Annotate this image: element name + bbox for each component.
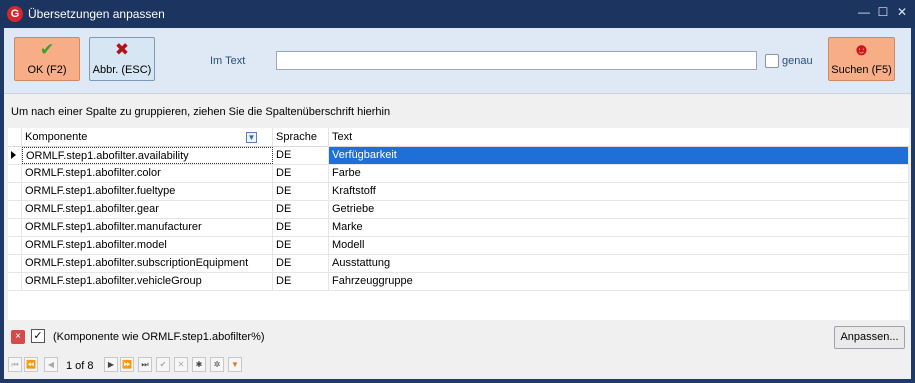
dialog-window: G Übersetzungen anpassen — ☐ ✕ ✔ OK (F2)…: [0, 0, 915, 383]
cross-icon: ✖: [114, 40, 130, 59]
cell-text[interactable]: Farbe: [329, 165, 909, 182]
cell-komponente[interactable]: ORMLF.step1.abofilter.manufacturer: [22, 219, 273, 236]
page-info: 1 of 8: [66, 360, 94, 372]
filter-enabled-checkbox[interactable]: ✓: [31, 329, 45, 343]
cell-text[interactable]: Modell: [329, 237, 909, 254]
maximize-icon[interactable]: ☐: [876, 5, 890, 19]
checkmark-icon: ✔: [39, 40, 55, 59]
table-row[interactable]: ORMLF.step1.abofilter.manufacturer DE Mark…: [8, 219, 909, 237]
cell-text[interactable]: Marke: [329, 219, 909, 236]
search-text-label: Im Text: [210, 55, 246, 67]
dialog-client-area: ✔ OK (F2) ✖ Abbr. (ESC) Im Text genau ☻ …: [4, 28, 911, 379]
column-header-text[interactable]: Text: [329, 128, 909, 147]
row-indicator: [8, 183, 22, 200]
cell-sprache[interactable]: DE: [273, 273, 329, 290]
search-button-label: Suchen (F5): [831, 64, 892, 76]
app-logo-icon: G: [7, 6, 23, 22]
column-header-komponente[interactable]: Komponente: [22, 128, 273, 147]
asterisk-button[interactable]: ✱: [192, 357, 206, 372]
cell-sprache[interactable]: DE: [273, 165, 329, 182]
current-row-arrow-icon: [11, 151, 16, 159]
filter-button[interactable]: ▼: [228, 357, 242, 372]
title-bar[interactable]: G Übersetzungen anpassen — ☐ ✕: [0, 0, 915, 28]
cell-text[interactable]: Fahrzeuggruppe: [329, 273, 909, 290]
cell-komponente[interactable]: ORMLF.step1.abofilter.model: [22, 237, 273, 254]
ok-button-label: OK (F2): [27, 64, 67, 76]
search-button[interactable]: ☻ Suchen (F5): [828, 37, 895, 81]
asterisk-alt-button[interactable]: ✲: [210, 357, 224, 372]
table-row[interactable]: ORMLF.step1.abofilter.subscriptionEquipm…: [8, 255, 909, 273]
cell-sprache[interactable]: DE: [273, 219, 329, 236]
cell-sprache[interactable]: DE: [273, 147, 329, 164]
row-indicator: [8, 165, 22, 182]
clear-filter-icon[interactable]: ×: [11, 330, 25, 344]
cell-text[interactable]: Ausstattung: [329, 255, 909, 272]
cell-sprache[interactable]: DE: [273, 255, 329, 272]
table-row[interactable]: ORMLF.step1.abofilter.vehicleGroup DE Fahr…: [8, 273, 909, 291]
group-by-hint: Um nach einer Spalte zu gruppieren, zieh…: [11, 106, 391, 118]
column-header-label: Text: [332, 131, 353, 143]
window-title: Übersetzungen anpassen: [28, 7, 165, 21]
cell-komponente[interactable]: ORMLF.step1.abofilter.vehicleGroup: [22, 273, 273, 290]
table-row[interactable]: ORMLF.step1.abofilter.model DE Modell: [8, 237, 909, 255]
cell-komponente[interactable]: ORMLF.step1.abofilter.availability: [22, 147, 273, 164]
exact-match-checkbox[interactable]: [765, 54, 779, 68]
toolbar: ✔ OK (F2) ✖ Abbr. (ESC) Im Text genau ☻ …: [4, 28, 911, 94]
row-indicator-header: [8, 128, 22, 147]
cell-text[interactable]: Getriebe: [329, 201, 909, 218]
next-record-button[interactable]: ▶: [104, 357, 118, 372]
table-row[interactable]: ORMLF.step1.abofilter.gear DE Getriebe: [8, 201, 909, 219]
table-row[interactable]: ORMLF.step1.abofilter.availability DE Verf…: [8, 147, 909, 165]
row-indicator: [8, 255, 22, 272]
cell-sprache[interactable]: DE: [273, 201, 329, 218]
prev-page-button[interactable]: ⏪: [24, 357, 38, 372]
column-header-label: Komponente: [25, 131, 88, 143]
prev-record-button[interactable]: ◀: [44, 357, 58, 372]
exact-match-label: genau: [782, 55, 813, 67]
row-indicator: [8, 237, 22, 254]
record-navigator: 1 of 8 ⏮ ⏪ ◀ ▶ ⏩ ⏭ ✔ ✕ ✱ ✲ ▼: [4, 354, 911, 376]
next-page-button[interactable]: ⏩: [120, 357, 134, 372]
cell-sprache[interactable]: DE: [273, 237, 329, 254]
cell-komponente[interactable]: ORMLF.step1.abofilter.gear: [22, 201, 273, 218]
cell-sprache[interactable]: DE: [273, 183, 329, 200]
minimize-icon[interactable]: —: [857, 5, 871, 19]
table-row[interactable]: ORMLF.step1.abofilter.color DE Farbe: [8, 165, 909, 183]
close-icon[interactable]: ✕: [895, 5, 909, 19]
cancel-edit-button[interactable]: ✕: [174, 357, 188, 372]
translations-grid: Komponente ▼ Sprache Text ORMLF.step1.ab…: [8, 128, 909, 320]
table-row[interactable]: ORMLF.step1.abofilter.fueltype DE Kraftsto…: [8, 183, 909, 201]
group-by-panel[interactable]: Um nach einer Spalte zu gruppieren, zieh…: [4, 94, 911, 126]
row-indicator: [8, 273, 22, 290]
column-header-sprache[interactable]: Sprache: [273, 128, 329, 147]
row-indicator: [8, 219, 22, 236]
cancel-button[interactable]: ✖ Abbr. (ESC): [89, 37, 155, 81]
search-text-input[interactable]: [276, 51, 757, 70]
grid-header: Komponente ▼ Sprache Text: [8, 128, 909, 147]
filter-bar: × ✓ (Komponente wie ORMLF.step1.abofilte…: [4, 322, 911, 352]
cell-text[interactable]: Verfügbarkeit: [329, 147, 909, 164]
cell-komponente[interactable]: ORMLF.step1.abofilter.fueltype: [22, 183, 273, 200]
cell-komponente[interactable]: ORMLF.step1.abofilter.color: [22, 165, 273, 182]
cell-komponente[interactable]: ORMLF.step1.abofilter.subscriptionEquipm…: [22, 255, 273, 272]
apply-button[interactable]: ✔: [156, 357, 170, 372]
row-indicator: [8, 201, 22, 218]
ok-button[interactable]: ✔ OK (F2): [14, 37, 80, 81]
cancel-button-label: Abbr. (ESC): [92, 64, 152, 76]
last-page-button[interactable]: ⏭: [138, 357, 152, 372]
person-search-icon: ☻: [852, 40, 871, 59]
cell-text[interactable]: Kraftstoff: [329, 183, 909, 200]
row-indicator: [8, 147, 22, 164]
column-filter-icon[interactable]: ▼: [246, 132, 257, 143]
filter-expression[interactable]: (Komponente wie ORMLF.step1.abofilter%): [53, 331, 265, 343]
first-page-button[interactable]: ⏮: [8, 357, 22, 372]
column-header-label: Sprache: [276, 131, 317, 143]
customize-filter-button[interactable]: Anpassen...: [834, 326, 905, 349]
